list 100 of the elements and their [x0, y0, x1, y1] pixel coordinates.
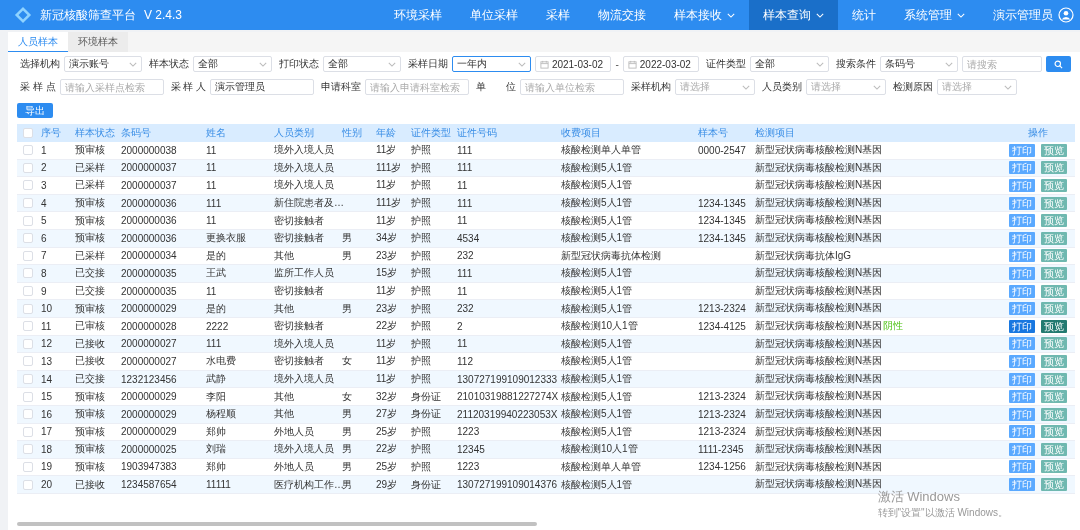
print-button[interactable]: 打印 [1008, 442, 1035, 456]
preview-button[interactable]: 预览 [1040, 266, 1067, 280]
print-button[interactable]: 打印 [1008, 478, 1035, 492]
print-button[interactable]: 打印 [1008, 231, 1035, 245]
checkbox[interactable] [23, 462, 33, 472]
date-field[interactable]: 2022-03-02 [622, 56, 700, 72]
checkbox[interactable] [23, 162, 33, 173]
checkbox[interactable] [23, 338, 33, 349]
preview-button[interactable]: 预览 [1040, 179, 1067, 192]
column-header: 证件类型 [411, 126, 451, 140]
nav-item[interactable]: 采样 [532, 0, 584, 30]
checkbox[interactable] [23, 426, 33, 437]
table-cell: 护照 [411, 284, 431, 299]
print-button[interactable]: 打印 [1008, 337, 1035, 351]
preview-button[interactable]: 预览 [1040, 390, 1067, 404]
input-field[interactable]: 请输入申请科室检索 [365, 79, 470, 95]
input-field[interactable]: 请输入采样点检索 [59, 79, 164, 95]
preview-button[interactable]: 预览 [1040, 354, 1067, 368]
preview-button[interactable]: 预览 [1040, 478, 1067, 492]
preview-button[interactable]: 预览 [1040, 161, 1067, 175]
select-field[interactable]: 请选择 [675, 79, 756, 95]
checkbox[interactable] [23, 321, 33, 332]
checkbox[interactable] [23, 409, 33, 420]
preview-button[interactable]: 预览 [1040, 425, 1067, 439]
input-field[interactable]: 请搜索 [962, 56, 1043, 72]
user-menu[interactable]: 演示管理员 [979, 0, 1080, 30]
checkbox[interactable] [23, 180, 33, 191]
print-button[interactable]: 打印 [1008, 372, 1035, 386]
preview-button[interactable]: 预览 [1040, 460, 1067, 474]
preview-button[interactable]: 预览 [1040, 196, 1067, 210]
print-button[interactable]: 打印 [1008, 390, 1035, 404]
select-field[interactable]: 请选择 [806, 79, 887, 95]
table-cell: 11 [206, 180, 217, 191]
filter-label: 样本状态 [149, 57, 190, 71]
print-button[interactable]: 打印 [1008, 249, 1035, 263]
checkbox[interactable] [23, 444, 33, 455]
preview-button[interactable]: 预览 [1040, 284, 1067, 298]
filter-label: 采样机构 [631, 80, 672, 94]
nav-item[interactable]: 环境采样 [380, 0, 456, 30]
input-field[interactable]: 演示管理员 [210, 79, 315, 95]
print-button[interactable]: 打印 [1008, 302, 1035, 316]
print-button[interactable]: 打印 [1008, 319, 1035, 333]
print-button[interactable]: 打印 [1008, 161, 1035, 175]
preview-button[interactable]: 预览 [1040, 319, 1067, 333]
checkbox[interactable] [23, 250, 33, 261]
select-field[interactable]: 条码号 [879, 56, 959, 72]
nav-item[interactable]: 单位采样 [456, 0, 532, 30]
nav-item[interactable]: 样本接收 [660, 0, 749, 30]
preview-button[interactable]: 预览 [1040, 407, 1067, 421]
preview-button[interactable]: 预览 [1040, 143, 1067, 157]
column-header: 性别 [342, 126, 362, 140]
table-cell: 111 [457, 267, 473, 279]
print-button[interactable]: 打印 [1008, 266, 1035, 280]
scrollbar[interactable] [17, 522, 537, 526]
caret-icon [957, 12, 965, 18]
preview-button[interactable]: 预览 [1040, 372, 1067, 386]
print-button[interactable]: 打印 [1008, 179, 1035, 192]
tab[interactable]: 环境样本 [68, 32, 128, 52]
checkbox[interactable] [23, 145, 33, 156]
checkbox[interactable] [23, 479, 33, 490]
input-field[interactable]: 请输入单位检索 [520, 79, 625, 95]
preview-button[interactable]: 预览 [1040, 214, 1067, 228]
search-button[interactable] [1046, 56, 1071, 72]
print-button[interactable]: 打印 [1008, 425, 1035, 439]
date-field[interactable]: 2021-03-02 [534, 56, 612, 72]
checkbox[interactable] [23, 215, 33, 226]
preview-button[interactable]: 预览 [1040, 231, 1067, 245]
print-button[interactable]: 打印 [1008, 460, 1035, 474]
checkbox[interactable] [23, 356, 33, 367]
select-field[interactable]: 全部 [322, 56, 402, 72]
checkbox[interactable] [23, 128, 33, 138]
nav-item[interactable]: 系统管理 [890, 0, 979, 30]
checkbox[interactable] [23, 303, 33, 314]
checkbox[interactable] [23, 374, 33, 384]
preview-button[interactable]: 预览 [1040, 337, 1067, 351]
nav-item[interactable]: 统计 [838, 0, 890, 30]
print-button[interactable]: 打印 [1008, 196, 1035, 210]
preview-button[interactable]: 预览 [1040, 249, 1067, 263]
select-field[interactable]: 演示账号 [64, 56, 143, 72]
checkbox[interactable] [23, 198, 33, 209]
print-button[interactable]: 打印 [1008, 407, 1035, 421]
table-cell: 密切接触者 [274, 213, 324, 228]
tab[interactable]: 人员样本 [8, 32, 68, 52]
select-field[interactable]: 全部 [750, 56, 829, 72]
export-button[interactable]: 导出 [17, 103, 53, 118]
checkbox[interactable] [23, 286, 33, 297]
select-field[interactable]: 一年内 [452, 56, 531, 72]
checkbox[interactable] [23, 391, 33, 402]
select-field[interactable]: 请选择 [937, 79, 1018, 95]
print-button[interactable]: 打印 [1008, 214, 1035, 228]
print-button[interactable]: 打印 [1008, 143, 1035, 157]
nav-item[interactable]: 物流交接 [584, 0, 660, 30]
checkbox[interactable] [23, 233, 33, 244]
preview-button[interactable]: 预览 [1040, 302, 1067, 316]
nav-item[interactable]: 样本查询 [749, 0, 838, 30]
select-field[interactable]: 全部 [193, 56, 272, 72]
checkbox[interactable] [23, 268, 33, 279]
print-button[interactable]: 打印 [1008, 354, 1035, 368]
preview-button[interactable]: 预览 [1040, 442, 1067, 456]
print-button[interactable]: 打印 [1008, 284, 1035, 298]
